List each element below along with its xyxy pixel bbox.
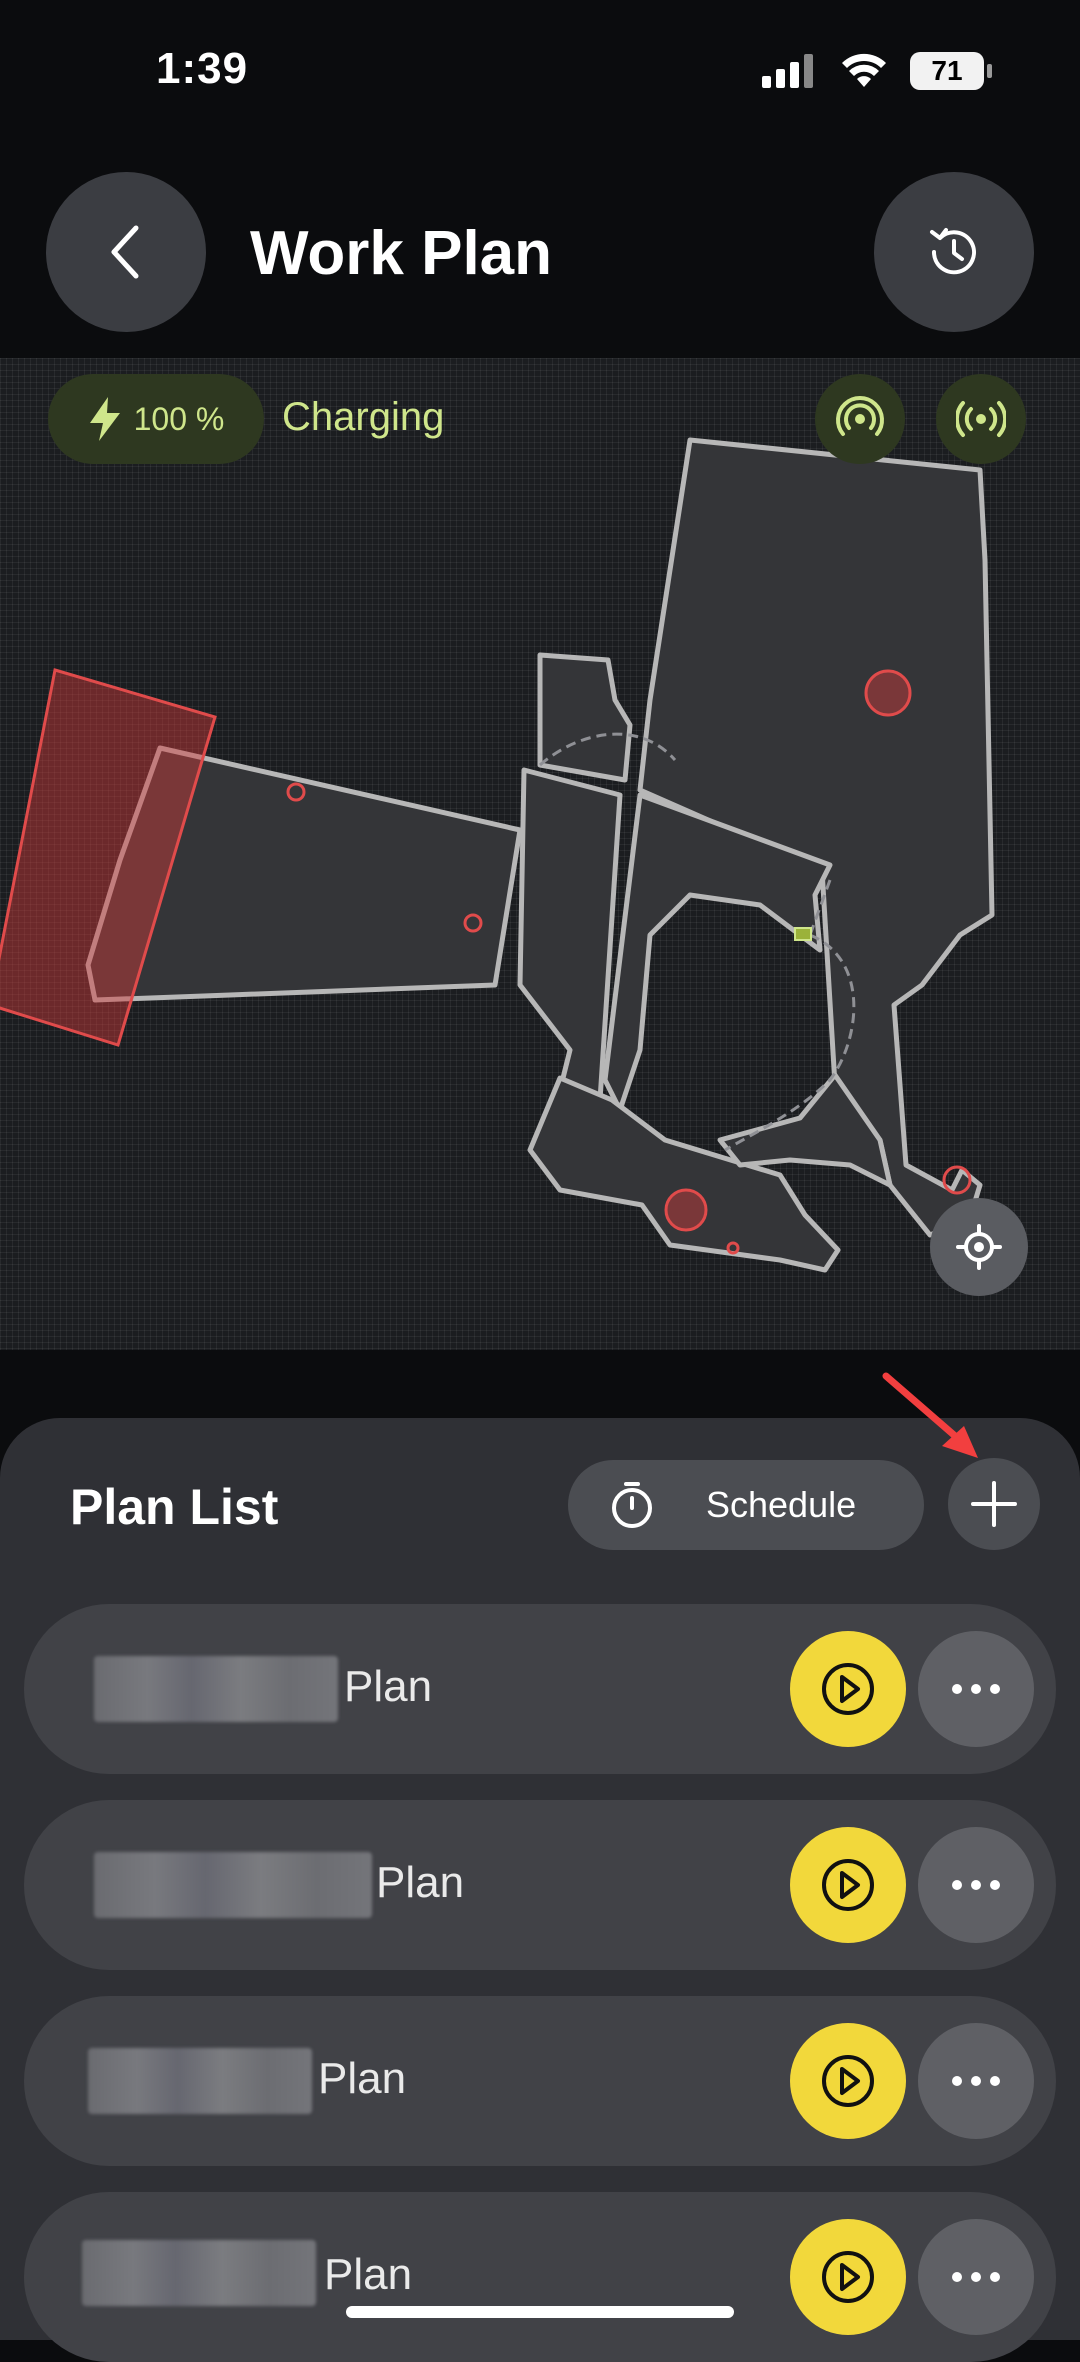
plan-row-1[interactable]: Plan — [24, 1604, 1056, 1774]
add-plan-button[interactable] — [948, 1458, 1040, 1550]
schedule-label: Schedule — [706, 1484, 857, 1525]
history-icon — [930, 228, 976, 275]
battery-indicator: 71 — [910, 52, 992, 90]
more-options-button[interactable] — [918, 1827, 1034, 1943]
plan-label: Plan — [376, 1858, 465, 1907]
play-icon — [822, 1859, 874, 1911]
plan-label: Plan — [324, 2250, 413, 2299]
broadcast-icon — [956, 401, 1006, 437]
crosshair-icon — [956, 1224, 1002, 1270]
play-icon — [822, 1663, 874, 1715]
zone-middle — [517, 767, 623, 1103]
plan-name-redacted — [94, 1852, 372, 1918]
plan-row-3[interactable]: Plan — [24, 1996, 1056, 2166]
plan-label: Plan — [318, 2054, 407, 2103]
charging-station-marker — [794, 927, 812, 941]
battery-status-pill: 100 % — [48, 374, 264, 464]
more-options-button[interactable] — [918, 2023, 1034, 2139]
plan-row-2[interactable]: Plan — [24, 1800, 1056, 1970]
plan-name-redacted — [94, 1656, 338, 1722]
more-horizontal-icon — [952, 2076, 1000, 2086]
start-plan-button[interactable] — [790, 2023, 906, 2139]
zone-bottom — [527, 1075, 841, 1273]
more-horizontal-icon — [952, 1880, 1000, 1890]
wifi-icon — [842, 53, 886, 87]
charging-status: Charging — [282, 395, 445, 439]
start-plan-button[interactable] — [790, 1631, 906, 1747]
rtk-signal-icon — [836, 396, 884, 436]
history-button[interactable] — [874, 172, 1034, 332]
broadcast-signal-button[interactable] — [936, 374, 1026, 464]
start-plan-button[interactable] — [790, 1827, 906, 1943]
page-title: Work Plan — [250, 219, 553, 288]
plan-row-4[interactable]: Plan — [24, 2192, 1056, 2362]
cellular-signal-icon — [762, 54, 813, 88]
pointer-arrow-icon — [882, 1372, 978, 1458]
more-options-button[interactable] — [918, 1631, 1034, 1747]
plus-icon — [971, 1481, 1017, 1527]
more-options-button[interactable] — [918, 2219, 1034, 2335]
rtk-signal-button[interactable] — [815, 374, 905, 464]
start-plan-button[interactable] — [790, 2219, 906, 2335]
more-horizontal-icon — [952, 1684, 1000, 1694]
lightning-icon — [89, 397, 120, 441]
map-drawing — [0, 437, 995, 1273]
plan-name-redacted — [82, 2240, 316, 2306]
plan-name-redacted — [88, 2048, 312, 2114]
stopwatch-icon — [612, 1482, 652, 1528]
battery-level: 71 — [931, 55, 963, 86]
zone-top-strip — [537, 652, 633, 783]
lawn-map[interactable] — [0, 358, 1080, 1350]
plan-label: Plan — [344, 1662, 433, 1711]
play-icon — [822, 2251, 874, 2303]
status-icons: 71 — [762, 52, 992, 90]
status-time: 1:39 — [156, 44, 249, 93]
battery-percent: 100 % — [133, 400, 225, 437]
back-button[interactable] — [46, 172, 206, 332]
locate-button[interactable] — [930, 1198, 1028, 1296]
chevron-left-icon — [111, 225, 139, 279]
home-indicator[interactable] — [346, 2306, 734, 2318]
schedule-button[interactable]: Schedule — [568, 1460, 924, 1550]
more-horizontal-icon — [952, 2272, 1000, 2282]
plan-list-title: Plan List — [70, 1479, 279, 1535]
play-icon — [822, 2055, 874, 2107]
